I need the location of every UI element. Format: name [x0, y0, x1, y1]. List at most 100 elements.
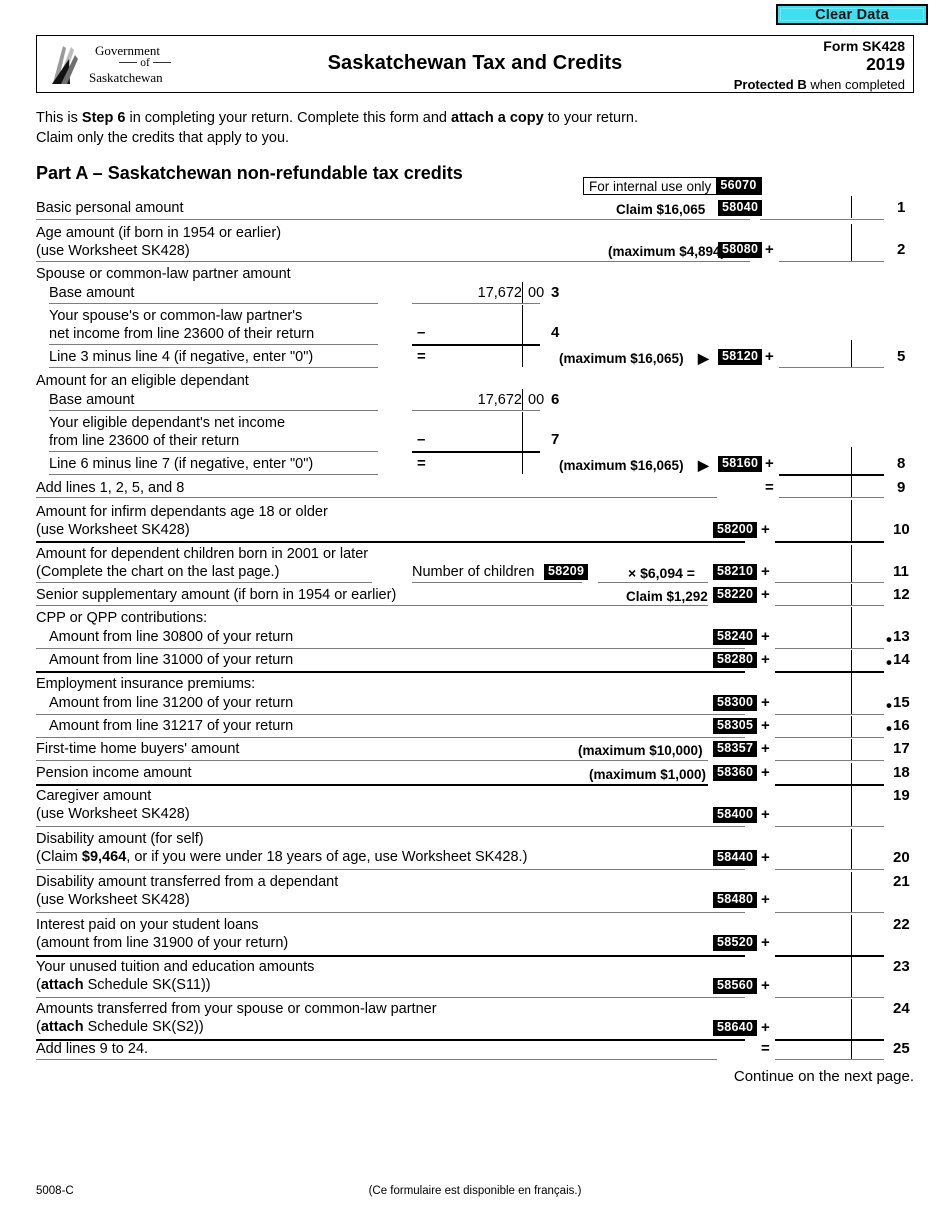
- row-1-claim: Claim $16,065: [616, 202, 706, 217]
- field-code-58120: 58120: [718, 349, 763, 365]
- row-20-entry-line[interactable]: [775, 869, 884, 870]
- spouse-base-label-rule: [49, 303, 378, 304]
- field-code-58357: 58357: [713, 741, 758, 757]
- row-18-label-rule: [36, 784, 708, 786]
- row-12-number: 12: [893, 586, 910, 603]
- row-18-entry-line[interactable]: [775, 784, 884, 786]
- row-24-operator: +: [761, 1019, 770, 1036]
- row-16-number: 16: [893, 717, 910, 734]
- row-17-cents-tick: [851, 739, 853, 760]
- row-9-label-rule: [36, 497, 717, 498]
- row-16-entry-line[interactable]: [775, 737, 884, 738]
- row-12-cents-tick: [851, 584, 853, 605]
- row-10-label-1: Amount for infirm dependants age 18 or o…: [36, 504, 328, 520]
- row-22-entry-line[interactable]: [775, 955, 884, 957]
- spouse-base-number: 3: [551, 284, 560, 301]
- row-19-cents-tick: [851, 786, 853, 826]
- row-18-operator: +: [761, 764, 770, 781]
- arrow-right-icon: ▶: [698, 350, 709, 366]
- row-9-number: 9: [897, 479, 906, 496]
- field-code-58300: 58300: [713, 695, 758, 711]
- field-code-58160: 58160: [718, 456, 763, 472]
- row-9-operator: =: [765, 479, 774, 496]
- spouse-result-operator: =: [417, 348, 426, 365]
- row-10-entry-line[interactable]: [775, 541, 884, 543]
- row-15-cents-tick: [851, 673, 853, 714]
- dependant-net-operator: –: [417, 431, 426, 448]
- internal-use-label: For internal use only: [589, 178, 712, 194]
- row-19-label-2: (use Worksheet SK428): [36, 806, 190, 822]
- row-13-cents-tick: [851, 607, 853, 648]
- clear-data-label: Clear Data: [815, 6, 889, 23]
- row-23-label-rule: [36, 997, 745, 998]
- clear-data-button[interactable]: Clear Data: [776, 4, 928, 25]
- dependant-base-number: 6: [551, 391, 560, 408]
- row-2-label-1: Age amount (if born in 1954 or earlier): [36, 225, 282, 241]
- continue-note: Continue on the next page.: [733, 1068, 914, 1085]
- spouse-heading: Spouse or common-law partner amount: [36, 266, 291, 282]
- form-header: Government of Saskatchewan Saskatchewan …: [36, 35, 914, 93]
- row-14-bullet: •: [886, 653, 892, 672]
- row-11-multiplier: × $6,094 =: [628, 565, 695, 581]
- dependant-result-entry-line[interactable]: [779, 474, 884, 476]
- row-1-entry-line[interactable]: [760, 219, 884, 220]
- row-17-entry-line[interactable]: [775, 760, 884, 761]
- row-11-entry-line[interactable]: [775, 582, 884, 583]
- dependant-net-entry-line[interactable]: [412, 451, 540, 453]
- row-15-entry-line[interactable]: [775, 714, 884, 715]
- row-2-entry-line[interactable]: [779, 261, 884, 262]
- spouse-result-plus: +: [765, 348, 774, 365]
- spouse-net-cents-tick: [522, 305, 524, 344]
- field-code-58400: 58400: [713, 807, 758, 823]
- row-13-label: Amount from line 30800 of your return: [49, 629, 294, 645]
- row-14-entry-line[interactable]: [775, 671, 884, 673]
- tax-year: 2019: [866, 54, 905, 75]
- spouse-result-entry-line[interactable]: [779, 367, 884, 368]
- spouse-net-label-1: Your spouse's or common-law partner's: [49, 308, 303, 324]
- dependant-base-label: Base amount: [49, 392, 135, 408]
- row-19-label-1: Caregiver amount: [36, 788, 152, 804]
- row-14-operator: +: [761, 651, 770, 668]
- spouse-result-max: (maximum $16,065): [559, 351, 684, 366]
- dependant-base-cents: 00: [528, 392, 545, 408]
- row-23-cents-tick: [851, 957, 853, 997]
- row-24-entry-line[interactable]: [775, 1039, 884, 1041]
- field-code-58220: 58220: [713, 587, 758, 603]
- row-18-max: (maximum $1,000): [589, 767, 707, 782]
- row-23-label-2: (attach Schedule SK(S11)): [36, 977, 211, 993]
- row-12-operator: +: [761, 586, 770, 603]
- row-11-children-entry-line[interactable]: [412, 582, 582, 583]
- row-23-entry-line[interactable]: [775, 997, 884, 998]
- row-1-number: 1: [897, 199, 906, 216]
- row-12-claim: Claim $1,292: [626, 589, 708, 604]
- row-11-product-rule: [598, 582, 708, 583]
- row-23-operator: +: [761, 977, 770, 994]
- row-12-entry-line[interactable]: [775, 605, 884, 606]
- row-25-entry-line[interactable]: [775, 1059, 884, 1060]
- row-12-label: Senior supplementary amount (if born in …: [36, 587, 397, 603]
- spouse-base-cents-tick: [522, 282, 524, 303]
- row-5-number: 5: [897, 348, 906, 365]
- row-22-operator: +: [761, 934, 770, 951]
- row-20-operator: +: [761, 849, 770, 866]
- row-11-operator: +: [761, 563, 770, 580]
- dependant-heading: Amount for an eligible dependant: [36, 373, 249, 389]
- spouse-result-label-rule: [49, 367, 378, 368]
- row-11-label-2: (Complete the chart on the last page.): [36, 564, 280, 580]
- spouse-base-dollars: 17,672: [477, 285, 522, 301]
- row-9-entry-line[interactable]: [779, 497, 884, 498]
- field-code-58560: 58560: [713, 978, 758, 994]
- row-2-operator: +: [765, 241, 774, 258]
- row-21-entry-line[interactable]: [775, 912, 884, 913]
- intro-line-1: This is Step 6 in completing your return…: [36, 110, 638, 126]
- spouse-net-label-rule: [49, 344, 378, 345]
- row-5-cents-tick: [851, 340, 853, 367]
- row-18-cents-tick: [851, 763, 853, 784]
- row-21-label-rule: [36, 912, 745, 913]
- row-20-cents-tick: [851, 829, 853, 869]
- row-13-entry-line[interactable]: [775, 648, 884, 649]
- spouse-net-entry-line[interactable]: [412, 344, 540, 346]
- row-15-label: Amount from line 31200 of your return: [49, 695, 294, 711]
- row-16-bullet: •: [886, 719, 892, 738]
- row-19-entry-line[interactable]: [775, 826, 884, 827]
